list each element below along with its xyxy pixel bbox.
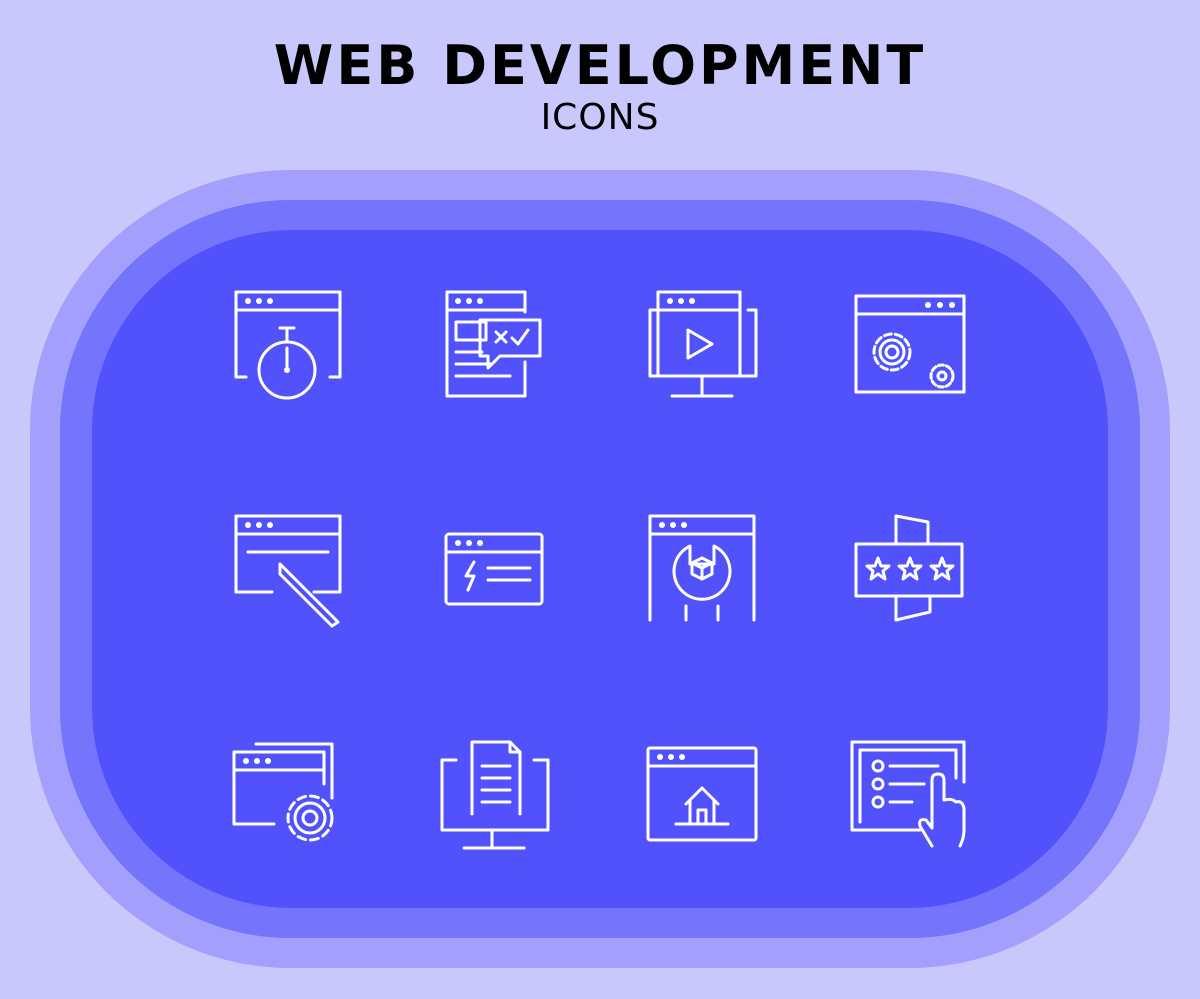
page-subtitle: ICONS: [540, 97, 660, 138]
monitor-document-icon: [430, 734, 560, 864]
page-title: WEB DEVELOPMENT: [273, 34, 927, 97]
tablet-list-touch-icon: [848, 734, 978, 864]
document-chat-check-icon: [430, 282, 560, 412]
ribbon-three-stars-icon: [848, 506, 978, 636]
browser-wrench-icon: [640, 506, 770, 636]
browser-gears-icon: [848, 284, 978, 414]
monitor-video-play-icon: [640, 282, 770, 412]
browser-pencil-icon: [222, 506, 352, 636]
windows-gear-icon: [222, 734, 352, 864]
browser-stopwatch-icon: [222, 282, 352, 412]
browser-lightning-icon: [430, 508, 560, 638]
browser-home-icon: [640, 734, 770, 864]
